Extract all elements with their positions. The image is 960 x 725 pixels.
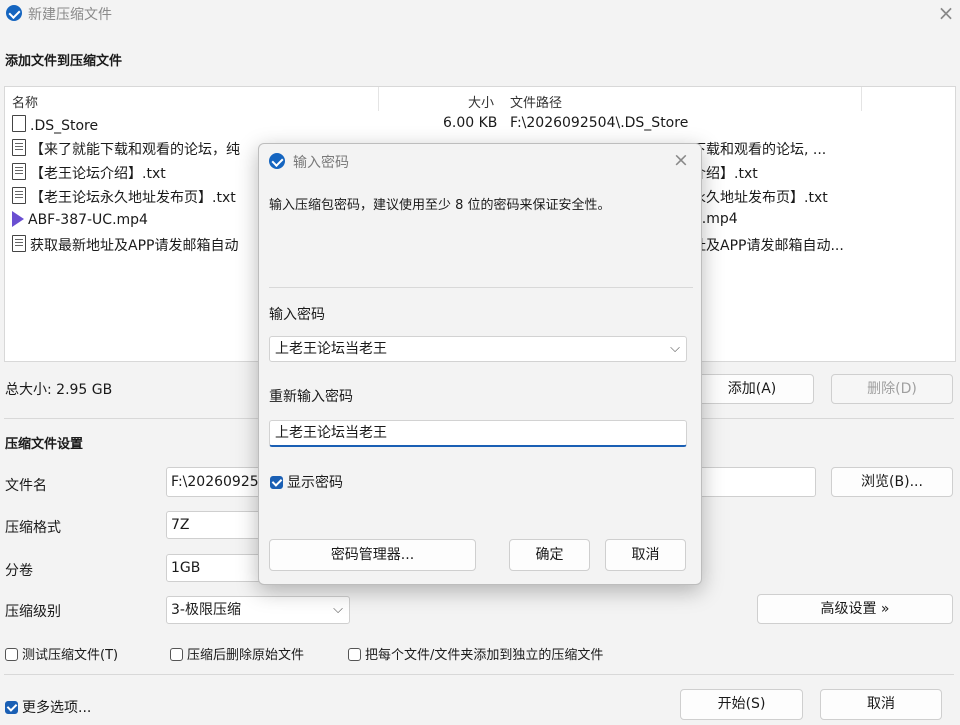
text-file-icon [12,235,26,252]
title-bar [0,0,960,28]
file-icon [12,115,26,132]
volume-value: 1GB [171,560,201,576]
file-name: 获取最新地址及APP请发邮箱自动 [30,238,239,254]
file-name: 【老王论坛介绍】.txt [30,166,166,182]
divider [4,674,954,675]
cancel-button[interactable]: 取消 [820,689,942,720]
format-value: 7Z [171,517,190,533]
file-name: ABF-387-UC.mp4 [28,212,148,228]
delete-after-label: 压缩后删除原始文件 [187,648,305,663]
text-file-icon [12,187,26,204]
separate-archives-option[interactable]: 把每个文件/文件夹添加到独立的压缩文件 [348,644,603,663]
checkbox[interactable] [170,648,183,661]
file-path: 址及APP请发邮箱自动... [692,238,844,254]
dialog-title: 输入密码 [293,155,349,171]
text-file-icon [12,139,26,156]
checkbox[interactable] [5,648,18,661]
app-logo-icon [269,153,285,169]
ok-button[interactable]: 确定 [509,539,590,571]
app-logo-icon [6,5,22,21]
confirm-password-label: 重新输入密码 [269,389,353,405]
filename-label: 文件名 [5,478,47,494]
file-path: 下载和观看的论坛, ... [692,142,827,158]
files-section-title: 添加文件到压缩文件 [5,54,123,69]
divider [269,287,693,288]
column-separator[interactable] [861,87,862,111]
dialog-cancel-button[interactable]: 取消 [605,539,686,571]
password-input[interactable]: 上老王论坛当老王 [269,336,687,362]
file-name: 【老王论坛永久地址发布页】.txt [30,190,236,206]
level-label: 压缩级别 [5,604,61,620]
start-button[interactable]: 开始(S) [680,689,803,720]
level-value: 3-极限压缩 [171,602,241,618]
add-button[interactable]: 添加(A) [690,374,814,404]
window-title: 新建压缩文件 [28,7,112,23]
column-header-size[interactable]: 大小 [468,92,494,111]
file-name: 【来了就能下载和观看的论坛，纯 [30,142,240,158]
more-options-label: 更多选项... [22,700,92,716]
level-select[interactable]: 3-极限压缩 [166,596,350,624]
advanced-settings-button[interactable]: 高级设置 » [757,594,953,624]
dialog-close-icon[interactable]: × [669,149,693,171]
password-manager-button[interactable]: 密码管理器... [269,539,476,571]
checkbox-checked[interactable] [270,476,283,489]
test-archive-option[interactable]: 测试压缩文件(T) [5,644,118,663]
total-size: 总大小: 2.95 GB [5,382,113,398]
format-label: 压缩格式 [5,520,61,536]
show-password-option[interactable]: 显示密码 [270,472,343,492]
text-file-icon [12,163,26,180]
settings-section-title: 压缩文件设置 [5,437,84,452]
show-password-label: 显示密码 [287,475,343,491]
confirm-password-value: 上老王论坛当老王 [275,425,387,441]
file-path: F:\2026092504\.DS_Store [510,115,689,131]
column-header-path[interactable]: 文件路径 [510,92,562,111]
checkbox[interactable] [348,648,361,661]
column-header-name[interactable]: 名称 [12,92,38,111]
delete-button[interactable]: 删除(D) [831,374,953,404]
password-value: 上老王论坛当老王 [275,341,387,357]
browse-button[interactable]: 浏览(B)... [831,467,953,497]
table-row[interactable]: .DS_Store 6.00 KB F:\2026092504\.DS_Stor… [12,115,952,137]
file-path: 永久地址发布页】.txt [692,190,828,206]
dialog-hint: 输入压缩包密码，建议使用至少 8 位的密码来保证安全性。 [269,198,611,213]
column-separator[interactable] [378,87,379,111]
window-close-icon[interactable]: × [934,2,958,26]
separate-archives-label: 把每个文件/文件夹添加到独立的压缩文件 [365,648,604,663]
volume-label: 分卷 [5,563,33,579]
confirm-password-input[interactable]: 上老王论坛当老王 [269,420,687,447]
file-name: .DS_Store [30,118,99,134]
test-archive-label: 测试压缩文件(T) [22,648,119,663]
checkbox-checked[interactable] [5,701,18,714]
password-label: 输入密码 [269,307,325,323]
delete-after-option[interactable]: 压缩后删除原始文件 [170,644,304,663]
password-dialog: 输入密码 × 输入压缩包密码，建议使用至少 8 位的密码来保证安全性。 输入密码… [258,143,702,585]
video-file-icon [12,211,24,227]
more-options-option[interactable]: 更多选项... [5,697,91,717]
file-size: 6.00 KB [443,115,498,131]
